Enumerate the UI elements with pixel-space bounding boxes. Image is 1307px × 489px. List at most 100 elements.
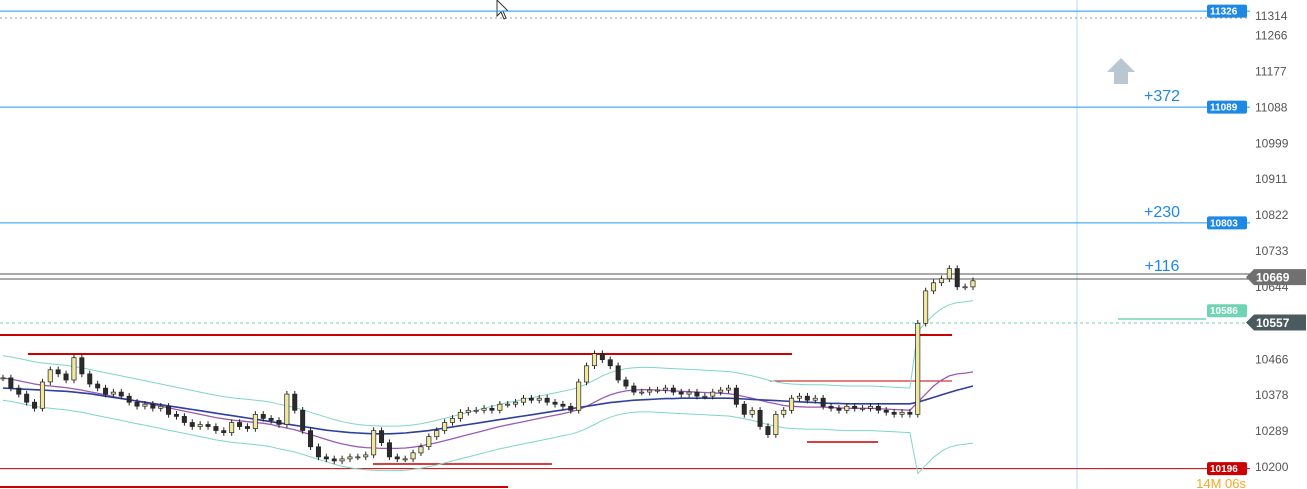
candle-body	[95, 383, 101, 389]
candle-body	[55, 369, 61, 375]
candle-body	[379, 430, 385, 444]
y-axis-tick-label: 10466	[1255, 352, 1289, 366]
candle-body	[875, 405, 881, 411]
candle-body	[568, 405, 574, 411]
candle-body	[520, 397, 526, 403]
candle-body	[599, 353, 605, 361]
candle-body	[765, 426, 771, 435]
y-axis-tick-label: 11088	[1255, 101, 1288, 115]
price-tag: 11089	[1207, 100, 1247, 114]
candle-body	[962, 286, 968, 289]
candle-body	[205, 424, 211, 427]
candle-body	[820, 397, 826, 407]
candle-body	[465, 409, 471, 413]
candle-body	[79, 357, 85, 375]
candle-body	[631, 385, 637, 393]
candle-body	[32, 401, 38, 409]
candle-body	[923, 290, 929, 324]
candle-body	[623, 379, 629, 387]
candle-body	[229, 422, 235, 433]
y-axis-tick-label: 10911	[1255, 172, 1288, 186]
candle-body	[197, 424, 203, 427]
candle-body	[158, 405, 164, 409]
price-tag: 10586	[1207, 304, 1247, 318]
candle-body	[789, 397, 795, 411]
candle-body	[434, 430, 440, 438]
candle-body	[584, 365, 590, 383]
price-tag-label: 11326	[1210, 7, 1238, 18]
candle-countdown: 14M 06s	[1196, 476, 1246, 489]
candle-body	[899, 411, 905, 415]
candle-body	[607, 359, 613, 367]
candle-body	[852, 405, 858, 409]
up-arrow-icon[interactable]	[1107, 58, 1135, 84]
y-axis-tick-label: 10289	[1255, 424, 1289, 438]
candle-body	[110, 391, 116, 395]
candle-body	[733, 387, 739, 405]
candle-body	[268, 418, 274, 421]
candle-body	[260, 414, 266, 419]
candle-body	[71, 357, 77, 381]
chart-container[interactable]: 11314 11266 11177 11088 10999 10911 10822 10733…	[0, 0, 1307, 489]
candle-body	[418, 446, 424, 454]
candle-body	[323, 456, 329, 460]
candle-body	[237, 422, 243, 427]
candle-body	[552, 401, 558, 405]
candle-body	[773, 414, 779, 435]
candle-body	[481, 407, 487, 411]
y-axis-tick-label: 10733	[1255, 244, 1289, 258]
candle-body	[315, 446, 321, 458]
candle-body	[710, 391, 716, 397]
candle-body	[505, 403, 511, 406]
candle-body	[284, 393, 290, 425]
candle-body	[363, 454, 369, 458]
candle-body	[457, 411, 463, 419]
y-axis-tick-label: 11177	[1255, 65, 1287, 79]
candle-body	[907, 411, 913, 415]
candle-body	[749, 409, 755, 415]
candle-body	[371, 430, 377, 456]
candle-body	[0, 377, 6, 380]
price-chart[interactable]: 11314 11266 11177 11088 10999 10911 10822 10733…	[0, 0, 1307, 489]
price-distance-annotation: +372	[1144, 88, 1180, 105]
candle-body	[442, 422, 448, 431]
y-axis-tick-label: 10999	[1255, 137, 1289, 151]
candle-body	[860, 407, 866, 410]
candle-body	[300, 409, 306, 431]
candle-body	[954, 268, 960, 288]
candle-body	[686, 391, 692, 395]
candle-body	[528, 397, 534, 401]
candle-body	[915, 322, 921, 415]
candle-body	[544, 397, 550, 403]
candle-body	[134, 401, 140, 407]
candle-body	[426, 436, 432, 448]
y-axis-tick-label: 10378	[1255, 388, 1289, 402]
candle-body	[213, 426, 219, 431]
candle-body	[536, 397, 542, 401]
y-axis-tick-label: 10822	[1255, 208, 1289, 222]
y-axis-tick-label: 11314	[1255, 9, 1288, 23]
price-tag-label: 10803	[1210, 218, 1238, 229]
candle-body	[24, 393, 30, 403]
candle-body	[87, 373, 93, 385]
candle-body	[173, 414, 179, 417]
candle-body	[402, 458, 408, 461]
candle-body	[118, 391, 124, 397]
y-axis-tick-label: 11266	[1255, 28, 1288, 42]
candle-body	[576, 381, 582, 411]
candle-body	[16, 387, 22, 395]
candle-body	[221, 430, 227, 433]
candle-body	[189, 422, 195, 427]
mouse-cursor-icon	[496, 0, 510, 20]
candle-body	[678, 391, 684, 395]
price-tag-label: 10669	[1256, 271, 1290, 285]
candle-body	[591, 353, 597, 367]
candle-body	[726, 387, 732, 391]
candle-body	[891, 411, 897, 415]
candle-body	[781, 409, 787, 415]
candle-body	[410, 452, 416, 460]
candle-body	[970, 280, 976, 288]
candle-body	[883, 409, 889, 413]
candle-body	[39, 381, 45, 409]
candle-body	[103, 387, 109, 395]
